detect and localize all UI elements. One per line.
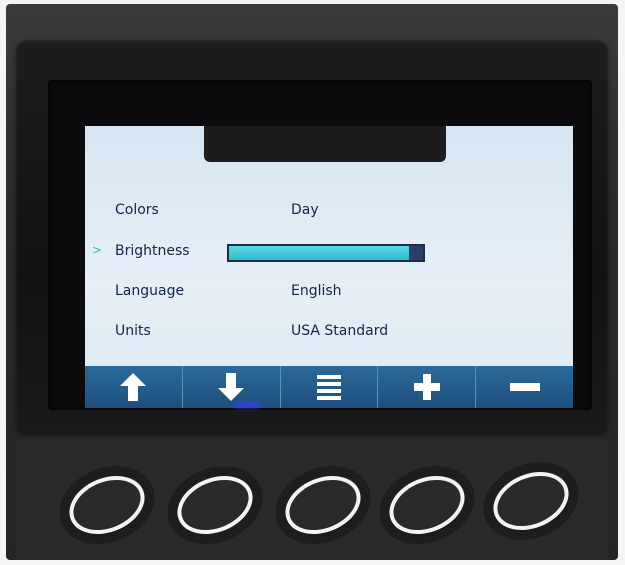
minus-button[interactable] [476, 366, 573, 408]
display-screen: Colors Day > Brightness Language English… [85, 126, 573, 408]
menu-button[interactable] [281, 366, 379, 408]
settings-row-colors[interactable]: Colors Day [85, 198, 573, 226]
settings-row-units[interactable]: Units USA Standard [85, 319, 573, 347]
hardware-key-1[interactable] [60, 465, 154, 545]
hardware-key-4[interactable] [380, 465, 474, 545]
brightness-level-fill [229, 246, 410, 260]
status-led [234, 402, 260, 408]
display-recess: Colors Day > Brightness Language English… [48, 80, 592, 410]
up-button[interactable] [85, 366, 183, 408]
hardware-key-3[interactable] [276, 465, 370, 545]
plus-icon [413, 374, 440, 400]
device-photo: Colors Day > Brightness Language English… [6, 4, 618, 560]
menu-icon [316, 375, 341, 400]
language-label: Language [115, 283, 185, 299]
display-bezel: Colors Day > Brightness Language English… [16, 40, 608, 432]
settings-row-language[interactable]: Language English [85, 279, 573, 307]
colors-value: Day [291, 202, 319, 218]
units-label: Units [115, 323, 151, 339]
brightness-slider[interactable] [227, 244, 425, 262]
hardware-key-5[interactable] [484, 461, 578, 541]
plus-button[interactable] [378, 366, 477, 408]
brightness-label: Brightness [115, 243, 190, 259]
arrow-up-icon [120, 373, 147, 401]
hardware-key-2[interactable] [168, 465, 262, 545]
softkey-toolbar [85, 366, 573, 408]
down-button[interactable] [183, 366, 281, 408]
selection-cursor-icon: > [92, 243, 103, 257]
hardware-key-panel [16, 440, 608, 560]
minus-icon [509, 383, 540, 391]
colors-label: Colors [115, 202, 159, 218]
language-value: English [291, 283, 342, 299]
arrow-down-icon [218, 373, 245, 401]
screen-top-tab [204, 126, 446, 162]
units-value: USA Standard [291, 323, 389, 339]
settings-row-brightness[interactable]: > Brightness [85, 239, 573, 267]
